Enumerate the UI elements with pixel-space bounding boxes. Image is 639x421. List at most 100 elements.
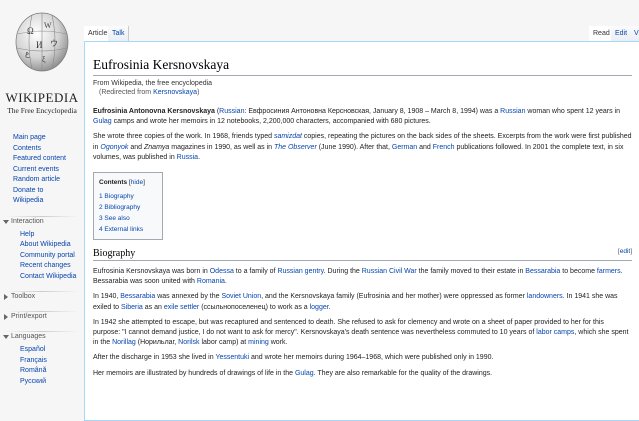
sidebar-item-recent-changes[interactable]: Recent changes	[0, 261, 84, 272]
biography-paragraph-3: In 1942 she attempted to escape, but was…	[93, 318, 632, 349]
text-run: After the discharge in 1953 she lived in	[93, 354, 216, 362]
tab-view-history-label: Vi	[634, 30, 639, 37]
text-run: and	[417, 143, 433, 151]
link-yessentuki[interactable]: Yessentuki	[215, 354, 249, 361]
article-content: Eufrosinia Kersnovskaya From Wikipedia, …	[84, 41, 639, 421]
biography-paragraph-5: Her memoirs are illustrated by hundreds …	[93, 369, 632, 379]
link-bessarabia[interactable]: Bessarabia	[120, 293, 155, 300]
text-run: In 1942 she attempted to escape, but was…	[93, 318, 604, 337]
text-run: woman who spent 12 years in	[525, 108, 621, 115]
toc-item-biography[interactable]: 1 Biography	[99, 191, 157, 202]
tab-talk-label: Talk	[112, 30, 125, 37]
portal-heading-toolbox[interactable]: Toolbox	[0, 292, 84, 302]
link-norillag[interactable]: Norillag	[112, 339, 136, 346]
redirect-notice: (Redirected from Kersnovskaya)	[93, 88, 632, 97]
sidebar-item-current-events[interactable]: Current events	[0, 165, 84, 176]
toc-item-external-links[interactable]: 4 External links	[99, 224, 157, 235]
link-siberia[interactable]: Siberia	[121, 304, 143, 311]
text-run: labor camp) at	[199, 339, 249, 347]
tab-edit[interactable]: Edit	[611, 26, 633, 41]
text-run: , and the Kersnovskaya family (Eufrosini…	[261, 293, 527, 301]
page-title: Eufrosinia Kersnovskaya	[93, 56, 632, 76]
svg-text:И: И	[36, 40, 43, 50]
portal-heading-print-export[interactable]: Print/export	[0, 312, 84, 322]
text-run: Eufrosinia Kersnovskaya was born in	[93, 268, 210, 276]
sidebar-item-help[interactable]: Help	[0, 230, 84, 241]
sidebar-item-community-portal[interactable]: Community portal	[0, 251, 84, 262]
table-of-contents: Contents [hide] 1 Biography 2 Bibliograp…	[93, 172, 163, 241]
sidebar-item-featured-content[interactable]: Featured content	[0, 154, 84, 165]
text-run: .	[224, 278, 227, 286]
link-french[interactable]: French	[433, 144, 455, 151]
tab-talk[interactable]: Talk	[108, 26, 130, 41]
text-run: She wrote three copies of the work. In 1…	[93, 133, 274, 141]
sidebar-item-contact[interactable]: Contact Wikipedia	[0, 272, 84, 283]
link-german[interactable]: German	[392, 144, 417, 151]
link-gulag[interactable]: Gulag	[93, 118, 112, 125]
text-run: Her memoirs are illustrated by hundreds …	[93, 369, 295, 377]
text-run: : Евфросиния Антоновна Керсновская, Janu…	[244, 108, 501, 115]
text-run: (Норильлаг,	[135, 339, 179, 347]
toc-title: Contents	[99, 179, 128, 187]
link-russian-civil-war[interactable]: Russian Civil War	[362, 268, 417, 275]
section-edit-link[interactable]: edit	[620, 248, 630, 255]
section-edit: [edit]	[618, 245, 632, 258]
znamya-title: Znamya	[144, 143, 170, 151]
sidebar-item-donate-wikipedia[interactable]: Wikipedia	[0, 196, 84, 207]
bracket: ]	[630, 248, 632, 256]
svg-text:ウ: ウ	[50, 39, 58, 48]
site-subtitle: From Wikipedia, the free encyclopedia	[93, 80, 213, 87]
toc-hide-toggle: [hide]	[129, 179, 145, 186]
tab-view-history[interactable]: Vi	[630, 26, 639, 41]
tab-edit-label: Edit	[615, 30, 628, 37]
link-logger[interactable]: logger	[310, 304, 329, 311]
toc-item-see-also[interactable]: 3 See also	[99, 213, 157, 224]
link-samizdat[interactable]: samizdat	[274, 133, 302, 140]
sidebar-item-about[interactable]: About Wikipedia	[0, 240, 84, 251]
svg-text:ξ: ξ	[42, 55, 46, 64]
text-run: (June 1990). After that,	[316, 143, 392, 151]
sidebar: Main page Contents Featured content Curr…	[0, 133, 84, 387]
toc-hide-link[interactable]: hide	[131, 179, 143, 186]
text-run: . During the	[323, 268, 362, 276]
toc-item-bibliography[interactable]: 2 Bibliography	[99, 202, 157, 213]
link-russian-gentry[interactable]: Russian gentry	[277, 268, 323, 275]
link-romania[interactable]: Romania	[197, 278, 225, 285]
portal-toolbox: Toolbox	[0, 291, 84, 302]
link-exile-settler[interactable]: exile settler	[164, 304, 199, 311]
link-mining[interactable]: mining	[248, 339, 269, 346]
language-link-ru[interactable]: Русский	[0, 377, 84, 388]
svg-text:ع: ع	[25, 49, 30, 58]
link-labor-camps[interactable]: labor camps	[536, 329, 574, 336]
link-odessa[interactable]: Odessa	[210, 268, 234, 275]
text-run: as an	[142, 303, 164, 311]
language-link-es[interactable]: Español	[0, 345, 84, 356]
sidebar-item-donate[interactable]: Donate to	[0, 186, 84, 197]
link-russian-language[interactable]: Russian	[219, 108, 244, 115]
redirect-link[interactable]: Kersnovskaya	[153, 89, 197, 96]
link-russia[interactable]: Russia	[177, 154, 198, 161]
link-russian-people[interactable]: Russian	[500, 108, 525, 115]
redirect-suffix: )	[197, 89, 200, 96]
sidebar-item-main-page[interactable]: Main page	[0, 133, 84, 144]
link-gulag[interactable]: Gulag	[295, 370, 314, 377]
portal-heading-languages[interactable]: Languages	[0, 332, 84, 342]
link-landowners[interactable]: landowners	[527, 293, 563, 300]
link-farmers[interactable]: farmers	[597, 268, 621, 275]
text-run: . They are also remarkable for the quali…	[313, 369, 493, 377]
portal-heading-interaction[interactable]: Interaction	[0, 217, 84, 227]
link-soviet-union[interactable]: Soviet Union	[221, 293, 261, 300]
wikipedia-logo[interactable]: Ω W И ウ ع ξ WIKIPEDIA The Free Encyclope…	[0, 0, 84, 128]
language-link-ro[interactable]: Română	[0, 366, 84, 377]
language-link-fr[interactable]: Français	[0, 356, 84, 367]
biography-paragraph-4: After the discharge in 1953 she lived in…	[93, 353, 632, 363]
link-the-observer[interactable]: The Observer	[274, 144, 317, 151]
text-run: .	[198, 153, 201, 161]
sidebar-item-random-article[interactable]: Random article	[0, 175, 84, 186]
sidebar-item-contents[interactable]: Contents	[0, 144, 84, 155]
link-norilsk[interactable]: Norilsk	[178, 339, 199, 346]
text-run: In 1940,	[93, 293, 121, 301]
link-bessarabia[interactable]: Bessarabia	[525, 268, 560, 275]
link-ogonyok[interactable]: Ogonyok	[100, 144, 128, 151]
portal-print: Print/export	[0, 311, 84, 322]
